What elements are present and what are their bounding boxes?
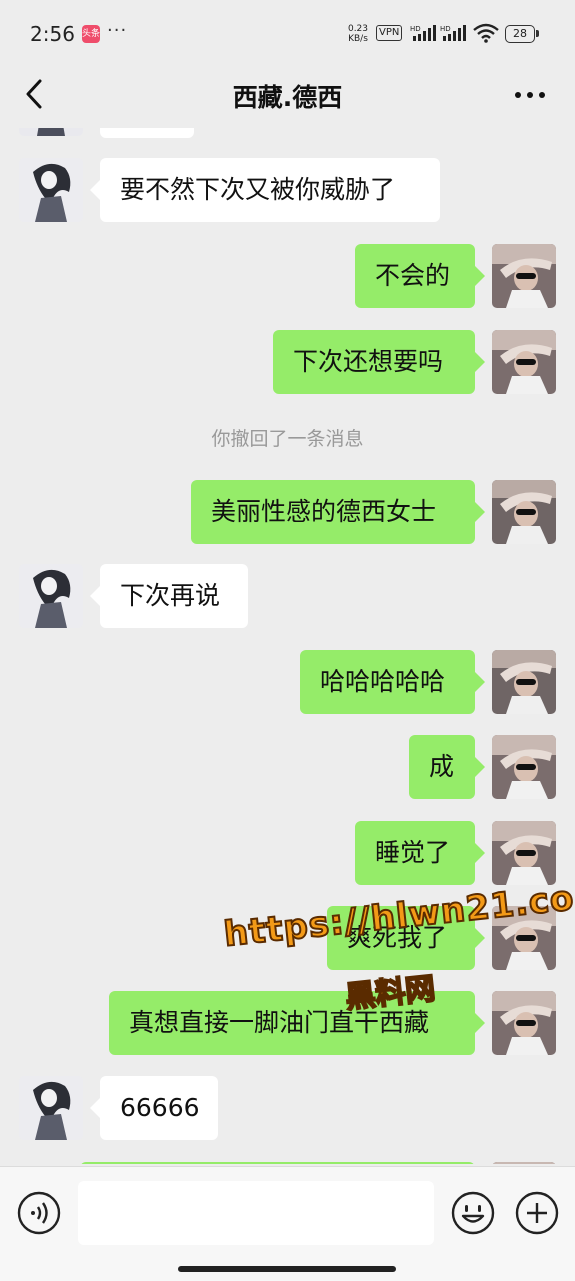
message-bubble[interactable]: 下次还想要吗	[273, 330, 485, 394]
my-avatar[interactable]	[492, 1162, 556, 1164]
wifi-icon	[473, 23, 499, 43]
message-bubble[interactable]: 成	[409, 735, 485, 799]
message-bubble[interactable]: 睡觉了	[355, 821, 485, 885]
signal-icon: HD	[440, 25, 466, 41]
contact-avatar[interactable]	[19, 1076, 83, 1140]
status-time: 2:56	[30, 22, 75, 46]
message-list[interactable]: 要不然下次又被你威胁了 不会的 下次还想要吗 你撤回了一条消息 美丽性感的德西女…	[0, 128, 575, 1164]
home-indicator[interactable]	[178, 1266, 396, 1272]
my-avatar[interactable]	[492, 991, 556, 1055]
message-bubble[interactable]: 66666	[90, 1076, 218, 1140]
contact-avatar[interactable]	[19, 158, 83, 222]
my-avatar[interactable]	[492, 735, 556, 799]
battery-tip	[536, 30, 539, 37]
contact-avatar[interactable]	[19, 564, 83, 628]
emoji-icon[interactable]	[451, 1191, 495, 1235]
message-bubble[interactable]: 不会的	[355, 244, 485, 308]
message-input[interactable]	[78, 1181, 434, 1245]
signal-icon: HD	[410, 25, 436, 41]
status-bar: 2:56 头条 ··· 0.23 KB/s VPN HD HD 28	[0, 0, 575, 62]
my-avatar[interactable]	[492, 650, 556, 714]
recall-notice: 你撤回了一条消息	[211, 428, 364, 450]
battery-icon: 28	[505, 25, 535, 43]
my-avatar[interactable]	[492, 244, 556, 308]
input-bar	[0, 1166, 575, 1281]
message-bubble[interactable]: 哈哈哈哈哈	[300, 650, 485, 714]
plus-icon[interactable]	[515, 1191, 559, 1235]
message-bubble-partial	[80, 1162, 475, 1164]
more-icon[interactable]	[510, 80, 550, 110]
chat-header: 西藏.德西	[0, 62, 575, 128]
vpn-badge: VPN	[376, 25, 403, 41]
message-bubble[interactable]: 美丽性感的德西女士	[191, 480, 485, 544]
more-notifications-icon: ···	[107, 20, 128, 41]
my-avatar[interactable]	[492, 821, 556, 885]
chat-title: 西藏.德西	[232, 83, 343, 112]
svg-text:HD: HD	[410, 25, 421, 33]
network-speed: 0.23 KB/s	[347, 24, 369, 44]
svg-text:HD: HD	[440, 25, 451, 33]
my-avatar[interactable]	[492, 480, 556, 544]
message-bubble[interactable]: 要不然下次又被你威胁了	[90, 158, 440, 222]
contact-avatar[interactable]	[19, 128, 83, 136]
app-notification-icon: 头条	[82, 25, 100, 43]
my-avatar[interactable]	[492, 330, 556, 394]
message-bubble-partial	[100, 128, 194, 138]
voice-icon[interactable]	[17, 1191, 61, 1235]
message-bubble[interactable]: 下次再说	[90, 564, 248, 628]
watermark-text: 黑料网	[343, 970, 438, 1016]
